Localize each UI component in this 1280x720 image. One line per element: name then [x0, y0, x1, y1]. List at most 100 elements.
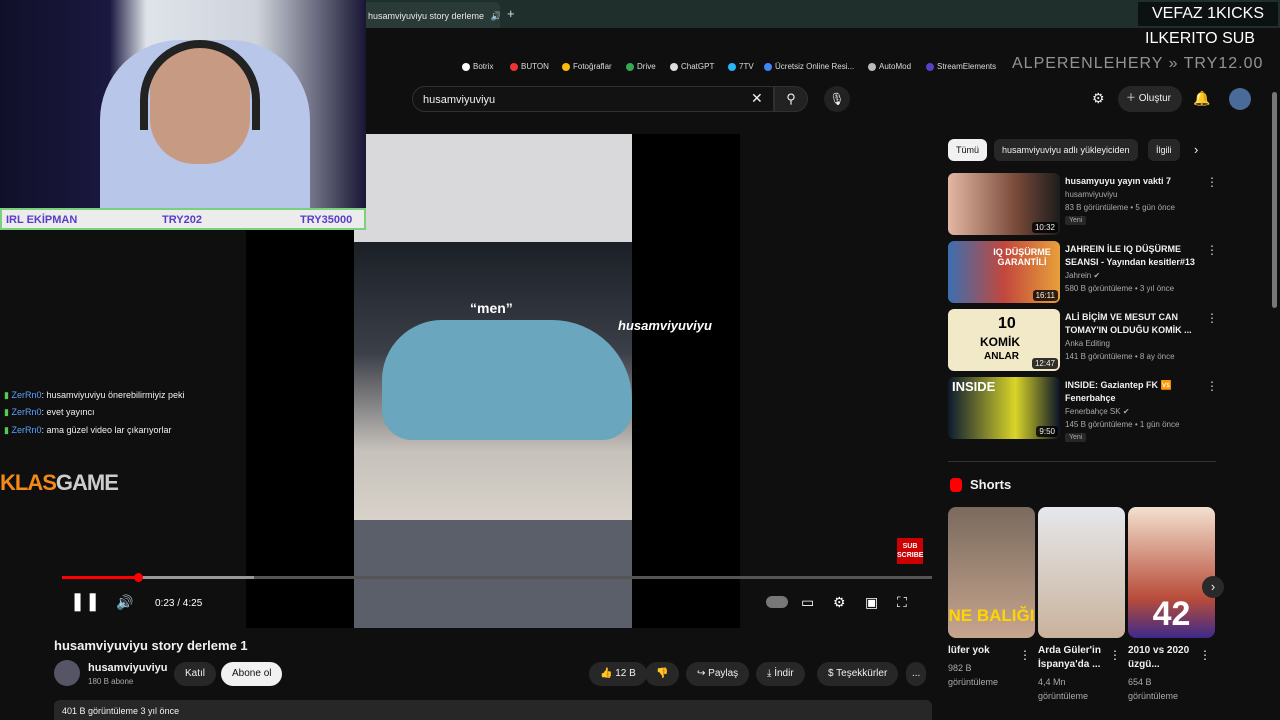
search-input[interactable]: husamviyuviyu — [412, 86, 774, 112]
voice-search-icon[interactable]: 🎙 — [824, 86, 850, 112]
more-actions-button[interactable]: ... — [906, 662, 927, 686]
channel-avatar[interactable] — [54, 660, 80, 686]
like-button[interactable]: 👍 12 B — [589, 662, 647, 686]
verified-icon: ✔ — [1093, 271, 1101, 280]
short-more-icon[interactable]: ⋮ — [1199, 648, 1211, 662]
video-description[interactable]: 401 B görüntüleme 3 yıl önce — [54, 700, 932, 720]
bookmark-botrix[interactable]: Botrix — [462, 62, 493, 71]
chat-text: : husamviyuviyu önerebilirmiyiz peki — [41, 390, 185, 400]
video-watermark: husamviyuviyu — [618, 318, 712, 333]
captions-icon[interactable]: ▭ — [801, 594, 814, 611]
search-button[interactable]: ⚲ — [774, 86, 808, 112]
shorts-next-icon[interactable]: › — [1202, 576, 1224, 598]
bookmark-drive[interactable]: Drive — [626, 62, 656, 71]
recommendation-item[interactable]: 10 KOMİK ANLAR 12:47 ALİ BİÇİM VE MESUT … — [948, 309, 1218, 373]
join-button[interactable]: Katıl — [174, 662, 217, 686]
share-button[interactable]: ↪ Paylaş — [686, 662, 750, 686]
rec-meta: 83 B görüntüleme • 5 gün önce — [1065, 203, 1175, 212]
browser-tab[interactable]: husamviyuviyu story derleme 🔊 ✕ — [362, 2, 500, 28]
equipment-price-2: TRY35000 — [300, 214, 353, 226]
new-tab-button[interactable]: + — [507, 6, 515, 21]
chat-text: : evet yayıncı — [41, 407, 95, 417]
thumb-text: KOMİK — [980, 335, 1020, 349]
bookmark-chatgpt[interactable]: ChatGPT — [670, 62, 714, 71]
progress-buffer — [138, 576, 254, 579]
avatar-icon[interactable] — [1229, 88, 1251, 110]
miniplayer-icon[interactable]: ▣ — [865, 594, 878, 611]
fullscreen-icon[interactable]: ⛶ — [897, 594, 907, 611]
recommendation-item[interactable]: 10:32 husamyuyu yayın vakti 7 husamviyuv… — [948, 173, 1218, 237]
subscribe-badge[interactable]: SUB SCRIBE — [897, 538, 923, 564]
short-thumbnail[interactable] — [1038, 507, 1125, 638]
create-button[interactable]: ＋ Oluştur — [1118, 86, 1182, 112]
short-title[interactable]: Arda Güler'in İspanya'da ... — [1038, 644, 1108, 672]
section-divider — [948, 461, 1216, 462]
more-options-icon[interactable]: ⋮ — [1206, 175, 1218, 189]
like-icon: 👍 — [600, 668, 613, 679]
short-more-icon[interactable]: ⋮ — [1019, 648, 1031, 662]
thanks-button[interactable]: $ Teşekkürler — [817, 662, 899, 686]
verified-icon: ✔ — [1122, 407, 1130, 416]
dislike-button[interactable]: 👎 — [645, 662, 680, 686]
rec-title: JAHREIN İLE IQ DÜŞÜRME SEANSI - Yayından… — [1065, 244, 1195, 267]
recommendation-item[interactable]: IQ DÜŞÜRME GARANTİLİ 16:11 JAHREIN İLE I… — [948, 241, 1218, 305]
short-more-icon[interactable]: ⋮ — [1109, 648, 1121, 662]
pause-icon[interactable]: ❚❚ — [70, 591, 100, 612]
sub-alert-overlay: ILKERITO SUB — [1145, 30, 1255, 47]
bookmark-ucretsiz[interactable]: Ücretsiz Online Resi... — [764, 62, 854, 71]
progress-played — [62, 576, 138, 579]
chat-message: ▮ ZerRn0: evet yayıncı — [4, 407, 95, 417]
notifications-icon[interactable]: 🔔 — [1193, 90, 1210, 107]
download-button[interactable]: ⤓ İndir — [756, 662, 805, 686]
chip-all[interactable]: Tümü — [948, 139, 988, 161]
settings-icon[interactable]: ⚙ — [833, 594, 846, 611]
autoplay-toggle[interactable] — [766, 596, 788, 608]
clear-search-icon[interactable]: ✕ — [751, 90, 763, 107]
subscribe-button[interactable]: Abone ol — [221, 662, 283, 686]
scrubber-handle[interactable] — [134, 573, 143, 582]
short-thumb-text: 42 — [1152, 595, 1191, 633]
create-label: Oluştur — [1138, 93, 1172, 104]
chat-user: ZerRn0 — [11, 407, 42, 417]
bookmark-buton[interactable]: BUTON — [510, 62, 549, 71]
more-options-icon[interactable]: ⋮ — [1206, 311, 1218, 325]
short-title[interactable]: lüfer yok — [948, 644, 1018, 658]
create-icon-plus[interactable]: ⚙ — [1092, 90, 1105, 107]
chip-uploader[interactable]: husamviyuviyu adlı yükleyiciden — [994, 139, 1138, 161]
tab-audio-icon[interactable]: 🔊 — [491, 11, 500, 21]
dislike-icon: 👎 — [656, 668, 669, 679]
rec-meta: 141 B görüntüleme • 8 ay önce — [1065, 352, 1175, 361]
more-options-icon[interactable]: ⋮ — [1206, 379, 1218, 393]
short-views: 982 B görüntüleme — [948, 663, 999, 687]
bookmark-automod[interactable]: AutoMod — [868, 62, 911, 71]
bookmark-streamelements[interactable]: StreamElements — [926, 62, 996, 71]
rec-channel: Jahrein ✔ — [1065, 271, 1101, 280]
thumb-text: INSIDE — [952, 379, 996, 394]
new-badge: Yeni — [1065, 433, 1087, 442]
more-options-icon[interactable]: ⋮ — [1206, 243, 1218, 257]
new-badge: Yeni — [1065, 216, 1087, 225]
thumb-text: ANLAR — [984, 351, 1019, 362]
chat-message: ▮ ZerRn0: husamviyuviyu önerebilirmiyiz … — [4, 390, 185, 400]
chip-next-icon[interactable]: › — [1194, 142, 1198, 157]
video-caption: “men” — [470, 300, 513, 316]
short-title[interactable]: 2010 vs 2020 üzgü... — [1128, 644, 1198, 672]
chip-related[interactable]: İlgili — [1148, 139, 1180, 161]
rec-meta: 580 B görüntüleme • 3 yıl önce — [1065, 284, 1175, 293]
short-thumbnail[interactable]: NE BALIĞI — [948, 507, 1035, 638]
short-views: 4,4 Mn görüntüleme — [1038, 677, 1089, 701]
channel-name[interactable]: husamviyuviyu — [88, 662, 167, 674]
equipment-label: IRL EKİPMAN — [6, 214, 78, 226]
equipment-bar: IRL EKİPMAN TRY202 TRY35000 — [0, 208, 366, 230]
chat-message: ▮ ZerRn0: ama güzel video lar çıkarıyorl… — [4, 425, 172, 435]
shorts-heading: Shorts — [970, 477, 1012, 492]
duration-badge: 10:32 — [1031, 222, 1058, 233]
volume-icon[interactable]: 🔊 — [116, 594, 133, 611]
page-scrollbar[interactable] — [1272, 92, 1277, 308]
bookmark-7tv[interactable]: 7TV — [728, 62, 754, 71]
bookmark-fotograflar[interactable]: Fotoğraflar — [562, 62, 612, 71]
download-icon: ⤓ — [767, 668, 772, 679]
short-thumbnail[interactable]: 42 — [1128, 507, 1215, 638]
rec-channel: Anka Editing — [1065, 339, 1110, 348]
recommendation-item[interactable]: INSIDE 9:50 INSIDE: Gaziantep FK 🆚 Fener… — [948, 377, 1218, 442]
